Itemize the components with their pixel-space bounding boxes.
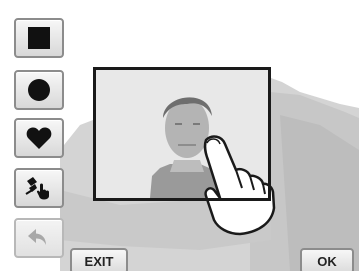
ok-button[interactable]: OK	[300, 248, 354, 271]
circle-shape-button[interactable]	[14, 70, 64, 110]
square-shape-button[interactable]	[14, 18, 64, 58]
camera-screen: EXIT OK	[0, 0, 359, 271]
circle-icon	[28, 79, 50, 101]
undo-arrow-icon	[28, 229, 46, 245]
square-icon	[28, 27, 50, 49]
shape-toolbar	[0, 0, 68, 271]
exit-button[interactable]: EXIT	[70, 248, 128, 271]
undo-button[interactable]	[14, 218, 64, 258]
selection-frame[interactable]	[93, 67, 271, 201]
touch-draw-icon	[25, 177, 49, 200]
custom-touch-shape-button[interactable]	[14, 168, 64, 208]
heart-icon	[26, 127, 52, 149]
heart-shape-button[interactable]	[14, 118, 64, 158]
